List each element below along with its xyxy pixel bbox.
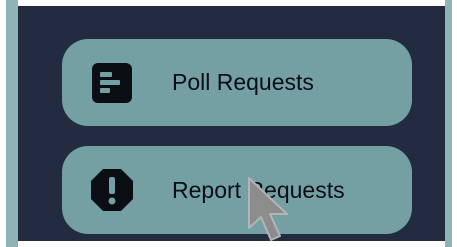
frame-right-border [445, 0, 452, 247]
report-alert-icon [90, 168, 134, 212]
poll-requests-button[interactable]: Poll Requests [62, 39, 412, 126]
report-requests-button[interactable]: Report Requests [62, 146, 412, 234]
report-requests-label: Report Requests [172, 176, 345, 203]
poll-requests-label: Poll Requests [172, 69, 314, 95]
poll-icon [90, 61, 134, 105]
frame-left-border [6, 0, 18, 247]
